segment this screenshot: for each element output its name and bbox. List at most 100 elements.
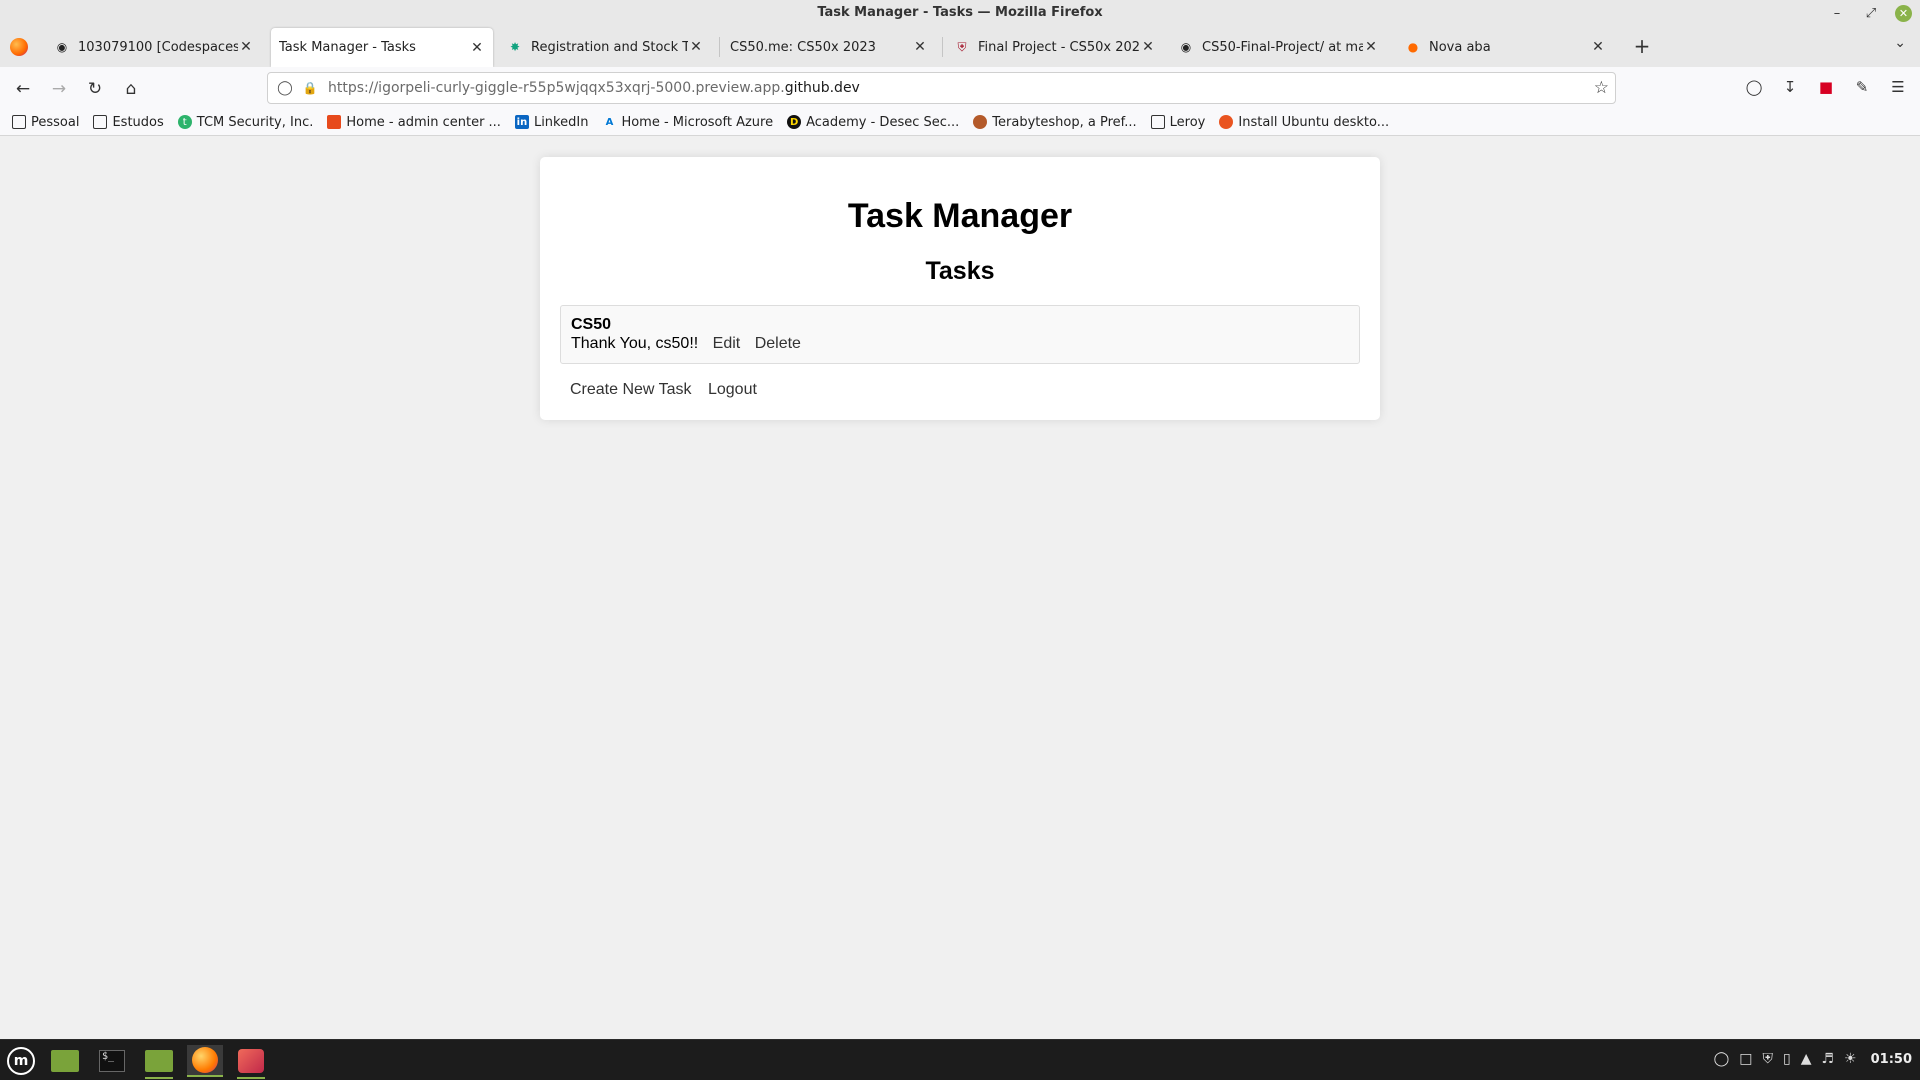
linux-mint-icon: m bbox=[7, 1047, 35, 1075]
restore-icon[interactable]: ⤢ bbox=[1861, 4, 1881, 22]
tab-strip: ◉ 103079100 [Codespaces] - V ✕ Task Mana… bbox=[0, 27, 1920, 67]
navigation-toolbar: ← → ↻ ⌂ ◯ 🔒 https://igorpeli-curly-giggl… bbox=[0, 67, 1920, 109]
bookmark-pessoal[interactable]: ​ Pessoal bbox=[12, 115, 79, 130]
clock[interactable]: 01:50 bbox=[1871, 1052, 1912, 1067]
os-taskbar: m $_ ◯ □ ⛨ ▯ ▲ ♬ ☀ 01:50 bbox=[0, 1039, 1920, 1080]
bookmark-leroy[interactable]: ​ Leroy bbox=[1150, 114, 1206, 130]
pocket-icon[interactable]: ◯ bbox=[1744, 77, 1764, 97]
bookmark-tcm[interactable]: t TCM Security, Inc. bbox=[177, 114, 314, 130]
folder-icon bbox=[145, 1050, 173, 1072]
tcm-icon: t bbox=[177, 115, 192, 129]
bookmark-desec[interactable]: D Academy - Desec Sec... bbox=[787, 115, 959, 130]
close-icon[interactable]: ✕ bbox=[238, 39, 254, 55]
close-icon[interactable]: ✕ bbox=[469, 40, 485, 56]
ubuntu-icon: ​ bbox=[1219, 115, 1234, 129]
edit-task-link[interactable]: Edit bbox=[713, 335, 741, 352]
downloads-icon[interactable]: ↧ bbox=[1780, 77, 1800, 97]
tab-task-manager[interactable]: Task Manager - Tasks ✕ bbox=[271, 28, 493, 67]
bookmark-label: Terabyteshop, a Pref... bbox=[992, 114, 1137, 130]
home-icon[interactable]: ⌂ bbox=[118, 76, 144, 102]
close-window-icon[interactable]: ✕ bbox=[1895, 4, 1912, 22]
bookmark-estudos[interactable]: ​ Estudos bbox=[93, 114, 164, 130]
task-details: Thank You, cs50!! Edit Delete bbox=[571, 334, 1349, 353]
close-icon[interactable]: ✕ bbox=[912, 39, 928, 55]
folder-icon: ​ bbox=[12, 115, 26, 129]
extensions-icon[interactable]: ✎ bbox=[1852, 77, 1872, 97]
firefox-icon[interactable] bbox=[10, 38, 28, 56]
main-container: Task Manager Tasks CS50 Thank You, cs50!… bbox=[540, 157, 1380, 420]
reload-icon[interactable]: ↻ bbox=[82, 76, 108, 102]
section-title: Tasks bbox=[925, 257, 995, 285]
show-desktop-button[interactable] bbox=[47, 1045, 83, 1077]
tracking-shield-icon[interactable]: ◯ bbox=[276, 80, 294, 96]
shield-icon[interactable]: ⛨ bbox=[1762, 1051, 1773, 1067]
azure-icon: A bbox=[605, 116, 614, 128]
image-viewer-icon bbox=[238, 1049, 264, 1073]
bookmark-linkedin[interactable]: in LinkedIn bbox=[514, 115, 588, 130]
close-icon[interactable]: ✕ bbox=[1590, 39, 1606, 55]
terminal-launcher[interactable]: $_ bbox=[94, 1045, 130, 1077]
bookmark-ubuntu[interactable]: ​ Install Ubuntu deskto... bbox=[1219, 115, 1389, 130]
page-viewport: Task Manager Tasks CS50 Thank You, cs50!… bbox=[0, 136, 1920, 1039]
desec-icon: D bbox=[787, 115, 802, 129]
close-icon[interactable]: ✕ bbox=[1140, 39, 1156, 55]
close-icon[interactable]: ✕ bbox=[688, 39, 704, 55]
office-icon: ​ bbox=[327, 115, 342, 129]
clipboard-icon[interactable]: □ bbox=[1739, 1051, 1752, 1067]
firefox-launcher[interactable] bbox=[187, 1045, 223, 1077]
ublock-icon[interactable]: ■ bbox=[1816, 77, 1836, 97]
close-icon[interactable]: ✕ bbox=[1363, 39, 1379, 55]
bookmark-label: Academy - Desec Sec... bbox=[806, 114, 960, 130]
firefox-icon: ● bbox=[1407, 40, 1419, 54]
tab-nova-aba[interactable]: ● Nova aba ✕ bbox=[1397, 27, 1614, 67]
toolbar-icons: ◯ ↧ ■ ✎ ☰ bbox=[1744, 77, 1908, 97]
tab-label: CS50.me: CS50x 2023 bbox=[730, 39, 876, 55]
brightness-icon[interactable]: ☀ bbox=[1844, 1051, 1857, 1067]
bluetooth-icon[interactable]: ◯ bbox=[1714, 1051, 1730, 1067]
url-bar[interactable]: ◯ 🔒 https://igorpeli-curly-giggle-r55p5w… bbox=[267, 72, 1616, 104]
bookmark-label: Leroy bbox=[1169, 114, 1206, 130]
tab-codespaces[interactable]: ◉ 103079100 [Codespaces] - V ✕ bbox=[46, 27, 262, 67]
list-all-tabs-icon[interactable]: ⌄ bbox=[1894, 35, 1906, 51]
linkedin-icon: in bbox=[514, 115, 529, 129]
wifi-icon[interactable]: ▲ bbox=[1801, 1051, 1812, 1067]
new-tab-button[interactable]: + bbox=[1630, 35, 1654, 59]
image-viewer-launcher[interactable] bbox=[233, 1045, 269, 1079]
bookmark-azure[interactable]: A Home - Microsoft Azure bbox=[602, 115, 774, 130]
bookmark-terabyte[interactable]: ​ Terabyteshop, a Pref... bbox=[973, 114, 1137, 130]
tab-registration[interactable]: ✸ Registration and Stock Trad ✕ bbox=[499, 27, 712, 67]
start-menu-button[interactable]: m bbox=[3, 1045, 39, 1077]
bookmark-star-icon[interactable]: ☆ bbox=[1594, 78, 1609, 98]
tab-label: 103079100 [Codespaces] - V bbox=[78, 39, 238, 55]
create-new-task-link[interactable]: Create New Task bbox=[570, 381, 692, 398]
task-item: CS50 Thank You, cs50!! Edit Delete bbox=[560, 305, 1360, 364]
tab-label: Task Manager - Tasks bbox=[279, 40, 416, 55]
delete-task-link[interactable]: Delete bbox=[755, 335, 801, 352]
folder-icon: ​ bbox=[93, 115, 108, 129]
volume-icon[interactable]: ♬ bbox=[1821, 1051, 1834, 1067]
forward-icon[interactable]: → bbox=[46, 76, 72, 102]
terminal-icon: $_ bbox=[99, 1050, 125, 1072]
chatgpt-icon: ✸ bbox=[509, 40, 521, 54]
tab-github-repo[interactable]: ◉ CS50-Final-Project/ at mast ✕ bbox=[1170, 27, 1387, 67]
network-vpn-icon[interactable]: ▯ bbox=[1783, 1051, 1791, 1067]
hamburger-menu-icon[interactable]: ☰ bbox=[1888, 77, 1908, 97]
back-icon[interactable]: ← bbox=[10, 76, 36, 102]
tab-label: Registration and Stock Trad bbox=[531, 39, 688, 55]
logout-link[interactable]: Logout bbox=[708, 381, 757, 398]
bookmark-admin-center[interactable]: ​ Home - admin center ... bbox=[327, 115, 501, 130]
github-icon: ◉ bbox=[56, 40, 68, 54]
bookmark-label: Estudos bbox=[112, 114, 164, 130]
url-text[interactable]: https://igorpeli-curly-giggle-r55p5wjqqx… bbox=[328, 80, 860, 96]
files-launcher[interactable] bbox=[141, 1045, 177, 1079]
terabyte-icon: ​ bbox=[973, 115, 988, 129]
bookmark-label: TCM Security, Inc. bbox=[196, 114, 314, 130]
tab-final-project[interactable]: ⛨ Final Project - CS50x 2023 ✕ bbox=[946, 27, 1164, 67]
desktop-icon bbox=[51, 1050, 79, 1072]
tab-label: Final Project - CS50x 2023 bbox=[978, 39, 1140, 55]
bookmark-label: Pessoal bbox=[31, 114, 80, 130]
system-tray: ◯ □ ⛨ ▯ ▲ ♬ ☀ 01:50 bbox=[1714, 1051, 1912, 1067]
tab-cs50me[interactable]: CS50.me: CS50x 2023 ✕ bbox=[722, 27, 936, 67]
minimize-icon[interactable]: – bbox=[1827, 4, 1847, 22]
lock-icon[interactable]: 🔒 bbox=[302, 81, 318, 95]
